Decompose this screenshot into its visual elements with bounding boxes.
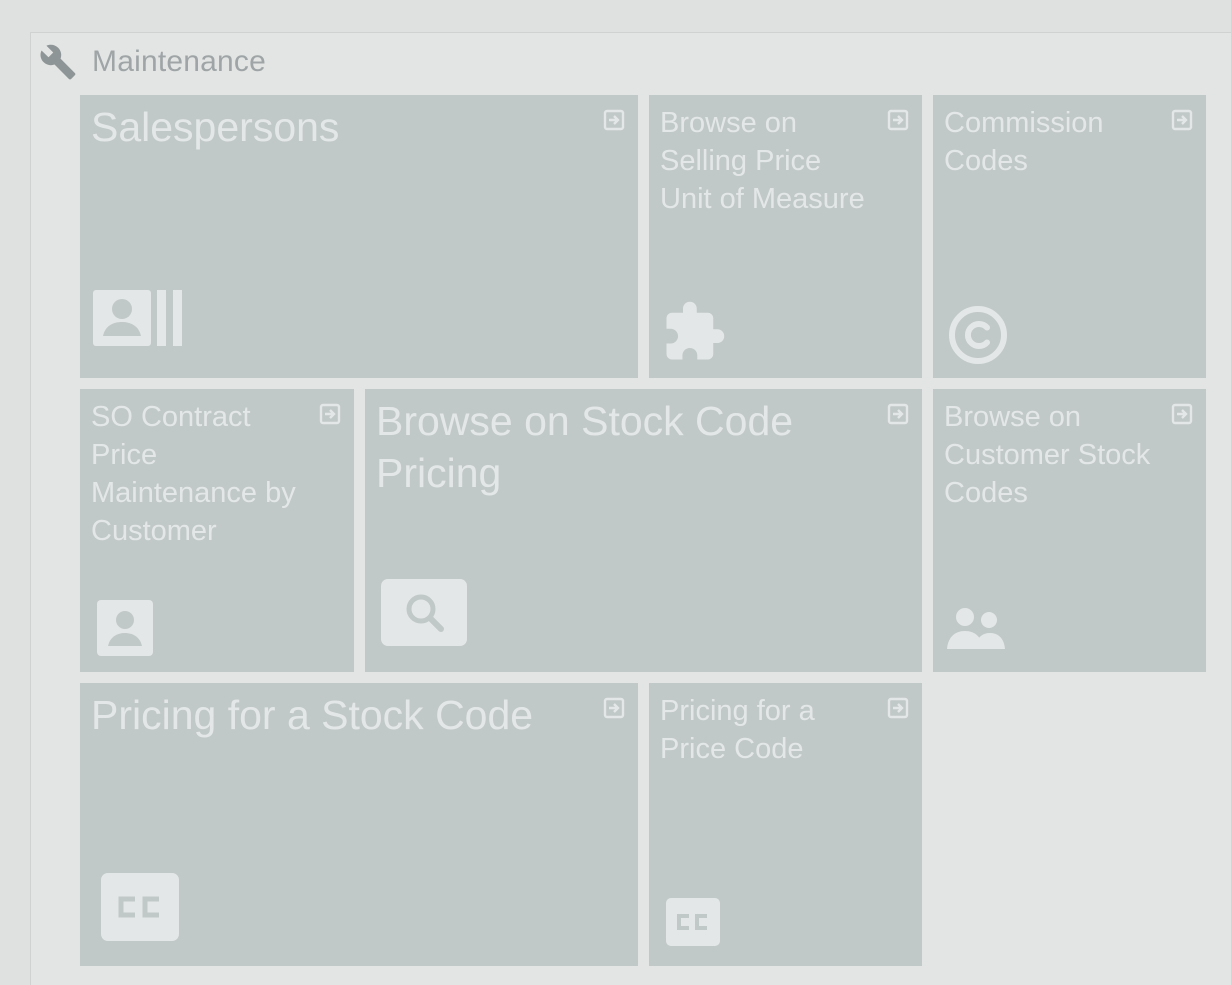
launch-icon[interactable] (1170, 108, 1194, 132)
search-icon (381, 579, 467, 646)
launch-icon[interactable] (318, 402, 342, 426)
person-badge-icon (97, 600, 153, 656)
tile-browse-stock-code-pricing[interactable]: Browse on Stock Code Pricing (365, 389, 922, 672)
tile-label: Commission Codes (944, 107, 1104, 177)
tile-label: Browse on Customer Stock Codes (944, 401, 1151, 509)
tile-pricing-price-code[interactable]: Pricing for a Price Code (649, 683, 922, 966)
contact-card-icon (93, 290, 189, 346)
launch-icon[interactable] (602, 696, 626, 720)
cc-icon (666, 898, 720, 946)
launch-icon[interactable] (602, 108, 626, 132)
cc-icon (101, 873, 179, 941)
launch-icon[interactable] (886, 696, 910, 720)
people-icon (945, 603, 1011, 653)
tile-label: Browse on Selling Price Unit of Measure (660, 107, 865, 215)
section-header: Maintenance (38, 42, 266, 82)
tile-commission-codes[interactable]: Commission Codes (933, 95, 1206, 378)
tile-label: Salespersons (91, 104, 340, 150)
copyright-icon (947, 304, 1009, 366)
tile-so-contract-price-maintenance[interactable]: SO Contract Price Maintenance by Custome… (80, 389, 354, 672)
puzzle-piece-icon (661, 299, 727, 365)
wrench-icon (38, 42, 78, 82)
tile-label: Pricing for a Price Code (660, 695, 815, 765)
launch-icon[interactable] (886, 108, 910, 132)
tile-label: SO Contract Price Maintenance by Custome… (91, 401, 296, 547)
tile-browse-customer-stock-codes[interactable]: Browse on Customer Stock Codes (933, 389, 1206, 672)
tile-label: Browse on Stock Code Pricing (376, 398, 794, 496)
launch-icon[interactable] (886, 402, 910, 426)
section-title: Maintenance (92, 45, 266, 78)
launch-icon[interactable] (1170, 402, 1194, 426)
tile-browse-selling-price-uom[interactable]: Browse on Selling Price Unit of Measure (649, 95, 922, 378)
tile-salespersons[interactable]: Salespersons (80, 95, 638, 378)
tile-label: Pricing for a Stock Code (91, 692, 534, 738)
tile-pricing-stock-code[interactable]: Pricing for a Stock Code (80, 683, 638, 966)
